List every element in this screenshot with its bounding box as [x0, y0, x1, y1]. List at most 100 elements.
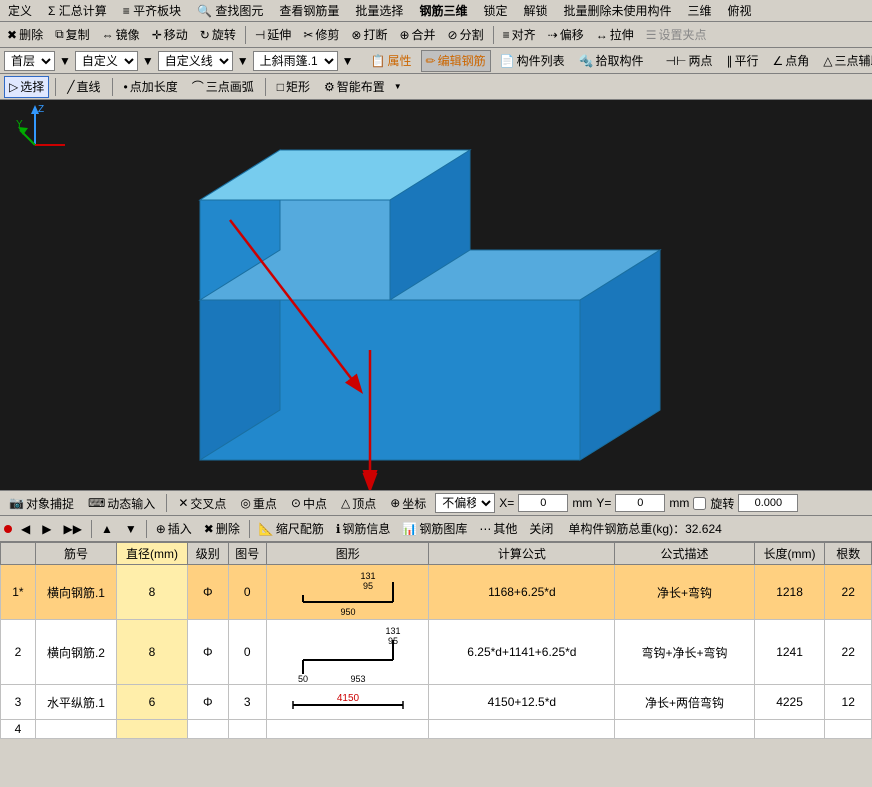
btn-mid[interactable]: ◎ 重点 [235, 492, 282, 514]
menu-top-view[interactable]: 俯视 [724, 0, 756, 21]
btn-play[interactable]: ▶ [37, 518, 56, 540]
cell-description [615, 720, 754, 739]
shape-row2-svg: 131 95 50 953 [283, 622, 413, 682]
snap-bar: ▷ 选择 ╱ 直线 • 点加长度 ⌒ 三点画弧 □ 矩形 ⚙ 智能布置 ▼ [0, 74, 872, 100]
btn-up[interactable]: ▲ [96, 518, 118, 540]
table-row[interactable]: 1* 横向钢筋.1 8 Φ 0 131 95 [1, 565, 872, 620]
svg-text:131: 131 [360, 571, 375, 581]
btn-delete[interactable]: ✖ 删除 [2, 24, 48, 46]
btn-scale-config[interactable]: 📐 缩尺配筋 [254, 518, 329, 540]
btn-select[interactable]: ▷ 选择 [4, 76, 49, 98]
btn-mirror[interactable]: ⇔ 镜像 [97, 24, 145, 46]
table-row[interactable]: 4 [1, 720, 872, 739]
btn-merge[interactable]: ⊕ 合并 [394, 24, 440, 46]
layer-select-custom[interactable]: 自定义线 [158, 51, 233, 71]
cell-formula [429, 720, 615, 739]
btn-properties[interactable]: 📋 属性 [366, 50, 417, 72]
cell-name: 水平纵筋.1 [35, 685, 116, 720]
btn-stretch[interactable]: ↔ 拉伸 [591, 24, 639, 46]
btn-rotate[interactable]: ↻ 旋转 [195, 24, 241, 46]
layer-select-floor[interactable]: 首层 [4, 51, 55, 71]
btn-offset[interactable]: ⇢ 偏移 [543, 24, 589, 46]
cell-id: 2 [1, 620, 36, 685]
btn-top[interactable]: △ 顶点 [336, 492, 381, 514]
btn-three-point-aux[interactable]: △ 三点辅助 [818, 50, 872, 72]
btn-insert[interactable]: ⊕ 插入 [151, 518, 197, 540]
cell-shape-no [228, 720, 266, 739]
svg-text:953: 953 [350, 674, 365, 682]
btn-add-length[interactable]: • 点加长度 [119, 76, 183, 98]
menu-unlock[interactable]: 解锁 [519, 0, 551, 21]
btn-align[interactable]: ≡ 对齐 [498, 24, 541, 46]
cell-shape-no: 0 [228, 620, 266, 685]
menu-view-rebar[interactable]: 查看钢筋量 [275, 0, 343, 21]
btn-move[interactable]: ✛ 移动 [147, 24, 193, 46]
sep9 [166, 494, 167, 512]
btn-rect[interactable]: □ 矩形 [272, 76, 315, 98]
btn-other[interactable]: ⋯ 其他 [474, 518, 522, 540]
svg-text:131: 131 [385, 626, 400, 636]
btn-three-point-arc[interactable]: ⌒ 三点画弧 [187, 76, 259, 98]
th-count: 根数 [825, 543, 872, 565]
weight-label: 单构件钢筋总重(kg)：32.624 [568, 520, 721, 537]
rotate-checkbox[interactable] [693, 497, 706, 510]
btn-delete-rebar[interactable]: ✖ 删除 [199, 518, 245, 540]
btn-split[interactable]: ⊘ 分割 [443, 24, 489, 46]
btn-copy[interactable]: ⧉ 复制 [50, 24, 95, 46]
btn-cross[interactable]: ✕ 交叉点 [173, 492, 231, 514]
menu-find-element[interactable]: 🔍 查找图元 [193, 0, 267, 21]
cell-count [825, 720, 872, 739]
rebar-table-area: 筋号 直径(mm) 级别 图号 图形 计算公式 公式描述 长度(mm) 根数 1… [0, 542, 872, 739]
rotate-input[interactable] [738, 494, 798, 512]
btn-rebar-diagram[interactable]: 📊 钢筋图库 [397, 518, 472, 540]
x-input[interactable] [518, 494, 568, 512]
cell-id: 3 [1, 685, 36, 720]
3d-viewport[interactable]: Z X Y [0, 100, 872, 490]
layer-select-slope[interactable]: 上斜雨篷.1 [253, 51, 338, 71]
btn-point-angle[interactable]: ∠ 点角 [767, 50, 814, 72]
menu-flat-panel[interactable]: ≡ 平齐板块 [119, 0, 185, 21]
layer-select-type[interactable]: 自定义 [75, 51, 138, 71]
btn-parallel[interactable]: ∥ 平行 [721, 50, 763, 72]
btn-two-point[interactable]: ⊣⊢ 两点 [661, 50, 718, 72]
menu-lock[interactable]: 锁定 [479, 0, 511, 21]
layer-arrow3: ▼ [237, 54, 249, 68]
menu-batch-delete[interactable]: 批量删除未使用构件 [559, 0, 675, 21]
cell-shape-no: 0 [228, 565, 266, 620]
btn-smart-layout[interactable]: ⚙ 智能布置 [319, 76, 390, 98]
btn-close[interactable]: 关闭 [524, 518, 558, 540]
rebar-toolbar: ◀ ▶ ▶▶ ▲ ▼ ⊕ 插入 ✖ 删除 📐 缩尺配筋 ℹ 钢筋信息 📊 钢筋图… [0, 516, 872, 542]
btn-edit-rebar[interactable]: ✏ 编辑钢筋 [421, 50, 491, 72]
menu-define[interactable]: 定义 [4, 0, 36, 21]
cell-diameter: 6 [117, 685, 188, 720]
layer-arrow4: ▼ [342, 54, 354, 68]
offset-select[interactable]: 不偏移 [435, 493, 495, 513]
shape-row3-svg: 4150 [283, 687, 413, 717]
y-input[interactable] [615, 494, 665, 512]
btn-down[interactable]: ▼ [120, 518, 142, 540]
btn-extend[interactable]: ⊣ 延伸 [250, 24, 296, 46]
svg-text:950: 950 [340, 607, 355, 617]
btn-prev[interactable]: ◀ [16, 518, 35, 540]
menu-total-calc[interactable]: Σ 汇总计算 [44, 0, 111, 21]
btn-trim[interactable]: ✂ 修剪 [298, 24, 344, 46]
table-row[interactable]: 3 水平纵筋.1 6 Φ 3 4150 [1, 685, 872, 720]
table-row[interactable]: 2 横向钢筋.2 8 Φ 0 131 95 [1, 620, 872, 685]
btn-rebar-info[interactable]: ℹ 钢筋信息 [331, 518, 396, 540]
btn-coord[interactable]: ⊕ 坐标 [385, 492, 431, 514]
btn-snap[interactable]: 📷 对象捕捉 [4, 492, 79, 514]
menu-3d[interactable]: 三维 [684, 0, 716, 21]
btn-set-grip[interactable]: ☰ 设置夹点 [641, 24, 712, 46]
btn-line[interactable]: ╱ 直线 [62, 76, 105, 98]
dropdown-arrow-smart: ▼ [394, 82, 402, 91]
btn-dynamic-input[interactable]: ⌨ 动态输入 [83, 492, 160, 514]
menu-batch-select[interactable]: 批量选择 [351, 0, 407, 21]
btn-pick-component[interactable]: 🔩 拾取构件 [574, 50, 649, 72]
record-indicator [4, 525, 12, 533]
btn-center[interactable]: ⊙ 中点 [286, 492, 332, 514]
sep6 [55, 78, 56, 96]
btn-next[interactable]: ▶▶ [58, 518, 86, 540]
menu-rebar-3d[interactable]: 钢筋三维 [415, 0, 471, 21]
btn-break[interactable]: ⊗ 打断 [346, 24, 392, 46]
btn-component-list[interactable]: 📄 构件列表 [495, 50, 570, 72]
